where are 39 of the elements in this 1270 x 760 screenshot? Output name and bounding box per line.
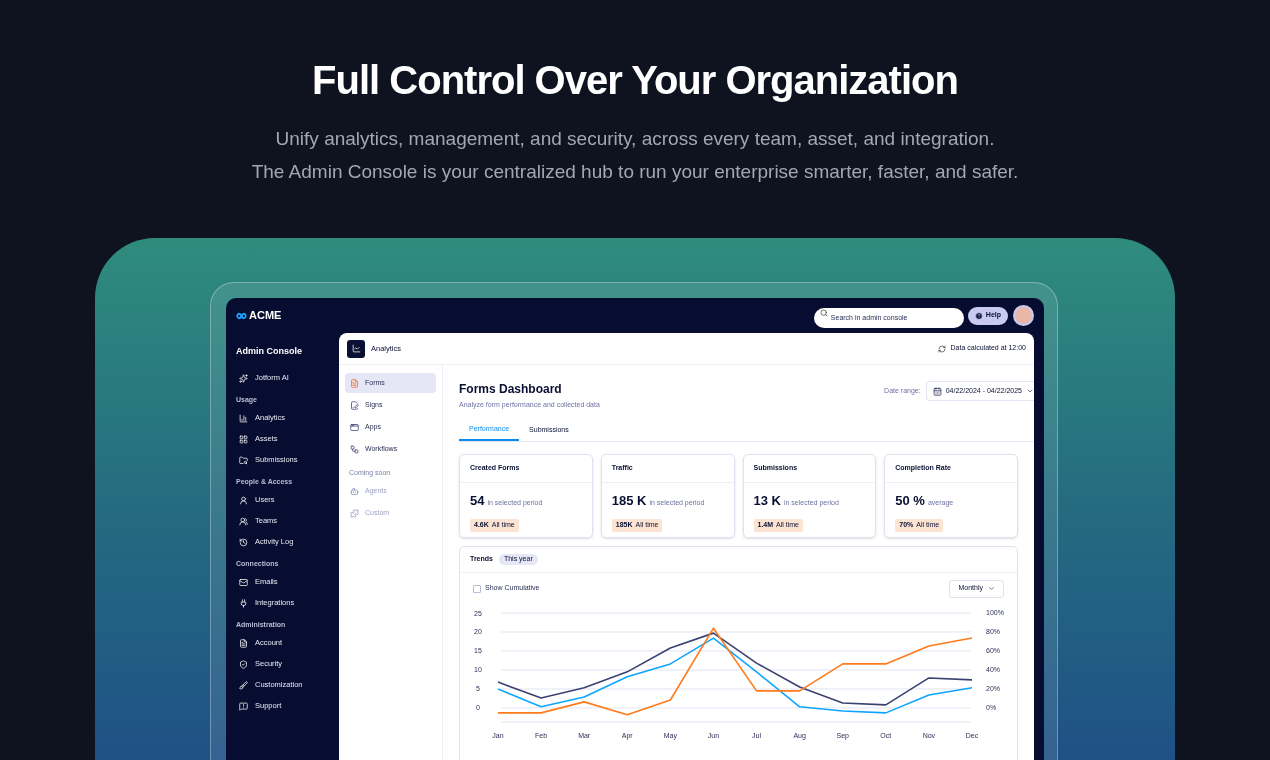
nav-icon <box>239 413 248 423</box>
help-icon <box>974 311 983 320</box>
nav-icon <box>350 508 359 518</box>
hero-subtitle: The Admin Console is your centralized hub to run your enterprise smarter, faster, and safer. <box>251 160 1019 184</box>
sidebar-title: Admin Console <box>236 345 303 358</box>
nav-icon <box>350 486 359 496</box>
search-icon <box>819 309 828 318</box>
cumulative-checkbox[interactable] <box>473 584 481 593</box>
dashboard-title: Forms Dashboard <box>459 381 563 397</box>
stat-value: 13 K <box>753 491 781 510</box>
analytics-icon <box>347 339 365 358</box>
nav-icon <box>239 701 248 711</box>
nav-icon <box>350 378 359 388</box>
avatar[interactable] <box>1013 305 1034 326</box>
hero-subtitle: Unify analytics, management, and security, across every team, asset, and integration. <box>275 127 995 151</box>
nav-icon <box>239 638 248 648</box>
stat-value: 185 K <box>611 491 647 510</box>
nav-icon <box>239 434 248 444</box>
hero-title: Full Control Over Your Organization <box>312 57 958 104</box>
nav-icon <box>239 455 248 465</box>
nav-icon <box>239 537 248 547</box>
chevron-icon <box>988 585 995 592</box>
logo-icon <box>236 311 247 320</box>
calendar-icon <box>932 386 942 396</box>
nav-icon <box>239 516 248 526</box>
nav-icon <box>239 373 248 383</box>
nav-icon <box>239 598 248 608</box>
stat-value: 50 % <box>895 491 925 510</box>
nav-icon <box>350 422 359 432</box>
nav-icon <box>350 444 359 454</box>
nav-icon <box>239 577 248 587</box>
refresh-icon <box>937 344 946 353</box>
nav-icon <box>239 680 248 690</box>
chevron-icon <box>1026 387 1034 395</box>
stat-value: 54 <box>470 491 485 510</box>
nav-icon <box>239 495 248 505</box>
nav-icon <box>350 400 359 410</box>
nav-icon <box>239 659 248 669</box>
logo-text: ACME <box>249 308 282 324</box>
